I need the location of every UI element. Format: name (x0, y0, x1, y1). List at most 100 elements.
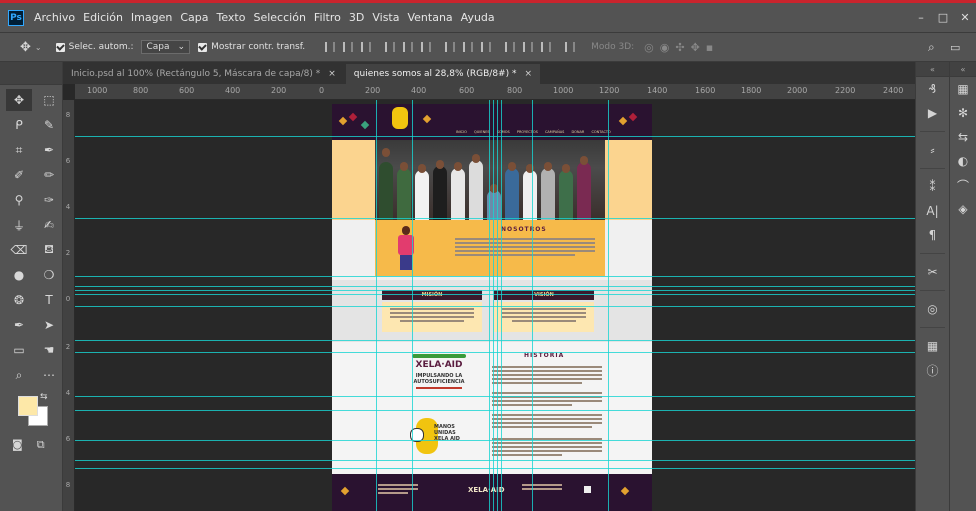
close-tab-icon[interactable]: × (328, 69, 336, 79)
zoom-tool-icon[interactable]: ⌕ (6, 364, 32, 386)
libraries-icon[interactable]: ◎ (916, 297, 949, 321)
guide-horizontal[interactable] (75, 396, 915, 397)
marquee-tool-icon[interactable]: ⬚ (36, 89, 62, 111)
brush-tool-icon[interactable]: ✏ (36, 164, 62, 186)
menu-capa[interactable]: Capa (180, 11, 208, 24)
align-bottom-icon[interactable] (361, 42, 372, 52)
menu-imagen[interactable]: Imagen (131, 11, 172, 24)
history-brush-tool-icon[interactable]: ✑ (36, 189, 62, 211)
workspace-icon[interactable]: ▭ (950, 41, 960, 54)
clone-source-icon[interactable]: ⁑ (916, 175, 949, 199)
screen-mode-icon[interactable]: ⧉ (37, 438, 45, 452)
crop-tool-icon[interactable]: ⌗ (6, 139, 32, 161)
distribute-bottom-icon[interactable] (481, 42, 492, 52)
adjustments-panel-icon[interactable]: ⇆ (950, 125, 976, 149)
rectangle-tool-icon[interactable]: ▭ (6, 339, 32, 361)
canvas-area[interactable]: INICIO QUIENES SOMOS PROYECTOS CAMPAÑAS … (75, 100, 915, 511)
guide-horizontal[interactable] (75, 290, 915, 291)
guide-horizontal[interactable] (75, 294, 915, 295)
close-button[interactable]: ✕ (954, 6, 976, 28)
character-panel-icon[interactable]: A| (916, 199, 949, 223)
minimize-button[interactable]: – (910, 6, 932, 28)
align-center-icon[interactable] (403, 42, 414, 52)
guide-horizontal[interactable] (75, 352, 915, 353)
photoshop-logo-icon[interactable]: Ps (8, 9, 24, 26)
chevron-down-icon[interactable]: ⌄ (35, 43, 42, 52)
paragraph-panel-icon[interactable]: ¶ (916, 223, 949, 247)
more-tools-icon[interactable]: ⋯ (36, 364, 62, 386)
align-top-icon[interactable] (325, 42, 336, 52)
brush-settings-icon[interactable]: ⸗ (916, 138, 949, 162)
hand-tool-icon[interactable]: ☚ (36, 339, 62, 361)
guide-horizontal[interactable] (75, 340, 915, 341)
guide-horizontal[interactable] (75, 468, 915, 469)
search-icon[interactable]: ⌕ (928, 40, 935, 55)
menu-filtro[interactable]: Filtro (314, 11, 341, 24)
paths-panel-icon[interactable]: ⌒ (950, 173, 976, 197)
guide-horizontal[interactable] (75, 410, 915, 411)
path-select-tool-icon[interactable]: ➤ (36, 314, 62, 336)
distribute-center-icon[interactable] (523, 42, 534, 52)
quick-select-tool-icon[interactable]: ✎ (36, 114, 62, 136)
distribute-middle-icon[interactable] (463, 42, 474, 52)
menu-seleccion[interactable]: Selección (253, 11, 305, 24)
actions-panel-icon[interactable]: ▶ (916, 101, 949, 125)
paint-bucket-tool-icon[interactable]: ⛾ (36, 239, 62, 261)
info-icon[interactable]: ⓘ (916, 358, 949, 382)
guide-horizontal[interactable] (75, 460, 915, 461)
auto-select-checkbox[interactable]: Selec. autom.: (55, 42, 133, 52)
close-tab-icon[interactable]: × (524, 69, 532, 79)
foreground-color-swatch[interactable] (18, 396, 38, 416)
maximize-button[interactable]: □ (932, 6, 954, 28)
distribute-left-icon[interactable] (505, 42, 516, 52)
guide-horizontal[interactable] (75, 440, 915, 441)
show-transform-checkbox[interactable]: Mostrar contr. transf. (198, 42, 305, 52)
layers-panel-icon[interactable]: ◈ (950, 197, 976, 221)
menu-edicion[interactable]: Edición (83, 11, 123, 24)
tab-quienes-somos[interactable]: quienes somos al 28,8% (RGB/8#) * × (345, 64, 541, 84)
align-right-icon[interactable] (421, 42, 432, 52)
sponge-tool-icon[interactable]: ❂ (6, 289, 32, 311)
menu-texto[interactable]: Texto (217, 11, 246, 24)
align-left-icon[interactable] (385, 42, 396, 52)
guide-horizontal[interactable] (75, 218, 915, 219)
history-panel-icon[interactable]: ₰ (916, 77, 949, 101)
auto-select-dropdown[interactable]: Capa ⌄ (141, 40, 191, 54)
styles-panel-icon[interactable]: ◐ (950, 149, 976, 173)
menu-ayuda[interactable]: Ayuda (461, 11, 495, 24)
pen-tool-icon[interactable]: ✒ (6, 314, 32, 336)
guide-horizontal[interactable] (75, 286, 915, 287)
move-tool-icon[interactable]: ✥ (20, 40, 31, 55)
dodge-tool-icon[interactable]: ❍ (36, 264, 62, 286)
type-tool-icon[interactable]: T (36, 289, 62, 311)
horizontal-ruler[interactable]: 1000 800 600 400 200 0 200 400 600 800 1… (75, 84, 915, 100)
lasso-tool-icon[interactable]: ᑭ (6, 114, 32, 136)
distribute-top-icon[interactable] (445, 42, 456, 52)
measurement-icon[interactable]: ▦ (916, 334, 949, 358)
swatches-panel-icon[interactable]: ✻ (950, 101, 976, 125)
menu-vista[interactable]: Vista (372, 11, 399, 24)
guide-horizontal[interactable] (75, 276, 915, 277)
3d-tools-icon[interactable]: ◎◉✣✥▪ (644, 41, 719, 54)
menu-ventana[interactable]: Ventana (407, 11, 452, 24)
blur-tool-icon[interactable]: ● (6, 264, 32, 286)
distribute-right-icon[interactable] (541, 42, 552, 52)
align-middle-icon[interactable] (343, 42, 354, 52)
guide-horizontal[interactable] (75, 136, 915, 137)
tools-preset-icon[interactable]: ✂ (916, 260, 949, 284)
eyedropper-tool-icon[interactable]: ✒ (36, 139, 62, 161)
document-canvas[interactable]: INICIO QUIENES SOMOS PROYECTOS CAMPAÑAS … (332, 104, 652, 511)
clone-stamp-tool-icon[interactable]: ⚲ (6, 189, 32, 211)
history-tool-icon[interactable]: ✍ (36, 214, 62, 236)
healing-brush-tool-icon[interactable]: ✐ (6, 164, 32, 186)
stamp-tool-icon[interactable]: ⏚ (6, 214, 32, 236)
tab-inicio[interactable]: Inicio.psd al 100% (Rectángulo 5, Máscar… (63, 64, 344, 84)
eraser-tool-icon[interactable]: ⌫ (6, 239, 32, 261)
panel-collapse-handle[interactable]: « (916, 62, 949, 77)
quick-mask-icon[interactable]: ◙ (12, 438, 23, 452)
guide-horizontal[interactable] (75, 306, 915, 307)
swap-colors-icon[interactable]: ⇆ (40, 392, 48, 402)
menu-archivo[interactable]: Archivo (34, 11, 75, 24)
panel-collapse-handle[interactable]: « (950, 62, 976, 77)
vertical-ruler[interactable]: 8 6 4 2 0 2 4 6 8 (63, 100, 75, 511)
